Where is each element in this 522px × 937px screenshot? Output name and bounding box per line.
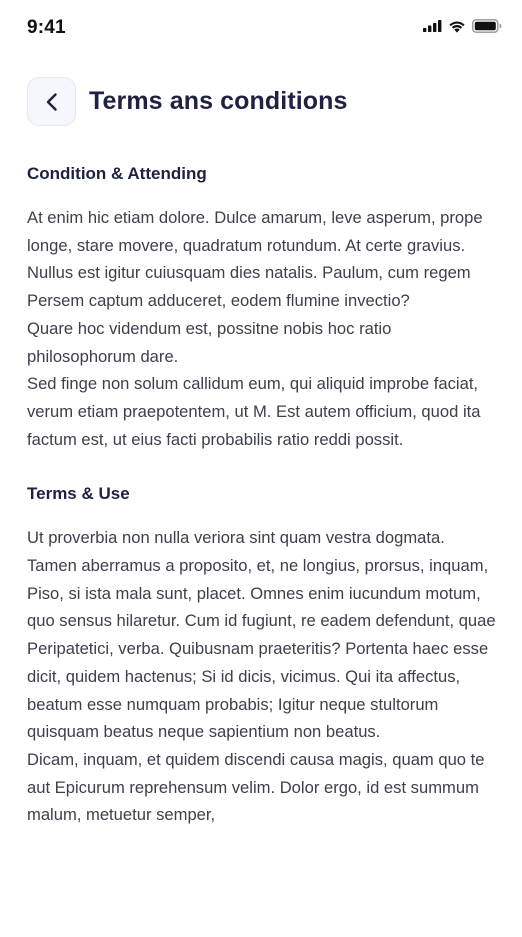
section-body: Ut proverbia non nulla veriora sint quam… [27, 524, 497, 829]
page-title: Terms ans conditions [89, 87, 348, 115]
paragraph: Dicam, inquam, et quidem discendi causa … [27, 749, 485, 825]
terms-content: Condition & Attending At enim hic etiam … [27, 163, 497, 859]
battery-icon [472, 19, 502, 33]
status-bar: 9:41 [0, 0, 522, 58]
section-title: Condition & Attending [27, 164, 207, 183]
section-terms-use: Terms & Use Ut proverbia non nulla verio… [27, 483, 497, 829]
status-icons [423, 19, 502, 33]
section-body: At enim hic etiam dolore. Dulce amarum, … [27, 204, 497, 453]
paragraph: Sed finge non solum callidum eum, qui al… [27, 374, 481, 449]
cellular-signal-icon [423, 20, 442, 32]
paragraph: Ut proverbia non nulla veriora sint quam… [27, 528, 496, 742]
section-condition-attending: Condition & Attending At enim hic etiam … [27, 163, 497, 453]
paragraph: Quare hoc videndum est, possitne nobis h… [27, 318, 392, 366]
status-time: 9:41 [27, 17, 66, 38]
header: Terms ans conditions [27, 76, 348, 127]
back-button[interactable] [27, 77, 76, 126]
wifi-icon [449, 21, 465, 33]
section-title: Terms & Use [27, 484, 130, 504]
paragraph: At enim hic etiam dolore. Dulce amarum, … [27, 208, 483, 311]
chevron-left-icon [46, 92, 57, 111]
